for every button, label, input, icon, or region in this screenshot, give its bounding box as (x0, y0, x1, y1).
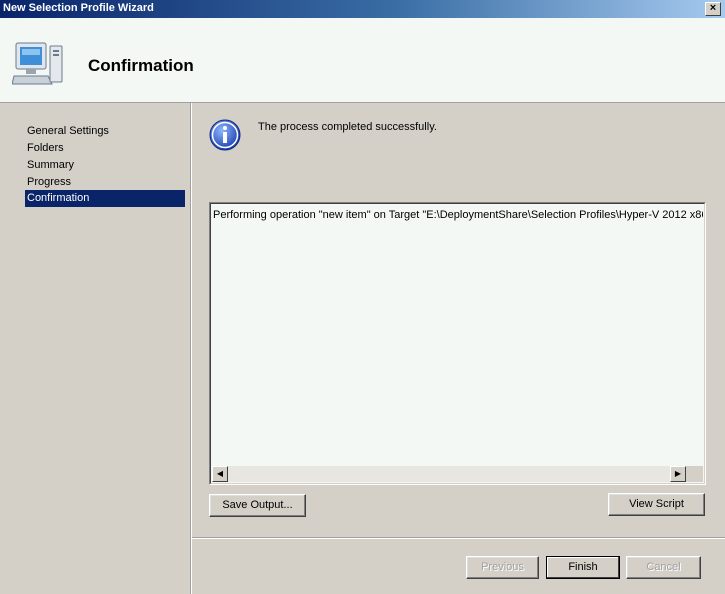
save-output-button[interactable]: Save Output... (209, 494, 306, 517)
sidebar-item-confirmation: Confirmation (25, 190, 185, 207)
wizard-steps-sidebar: General Settings Folders Summary Progres… (0, 103, 192, 594)
scroll-left-icon[interactable]: ◀ (212, 466, 228, 482)
sidebar-item-progress: Progress (27, 176, 72, 188)
horizontal-scrollbar[interactable]: ◀ ▶ (212, 466, 703, 482)
window-title: New Selection Profile Wizard (3, 2, 154, 14)
close-button[interactable]: × (705, 2, 721, 16)
wizard-header: Confirmation (0, 18, 725, 103)
status-message: The process completed successfully. (258, 121, 437, 133)
scroll-right-icon[interactable]: ▶ (670, 466, 686, 482)
output-log-text: Performing operation "new item" on Targe… (213, 209, 703, 221)
previous-button[interactable]: Previous (466, 556, 539, 579)
output-log-box[interactable]: Performing operation "new item" on Targe… (209, 202, 706, 485)
footer-divider (192, 537, 725, 539)
sidebar-item-folders: Folders (27, 142, 64, 154)
sidebar-item-summary: Summary (27, 159, 75, 171)
size-grip (686, 466, 703, 482)
info-icon (209, 119, 241, 151)
close-icon: × (709, 2, 717, 14)
view-script-button[interactable]: View Script (608, 493, 705, 516)
page-title: Confirmation (88, 56, 194, 75)
finish-button[interactable]: Finish (546, 556, 620, 579)
computer-icon (12, 42, 63, 85)
sidebar-item-general-settings: General Settings (27, 125, 109, 137)
sidebar-divider (190, 103, 191, 594)
cancel-button[interactable]: Cancel (626, 556, 701, 579)
title-bar: New Selection Profile Wizard × (0, 0, 725, 18)
